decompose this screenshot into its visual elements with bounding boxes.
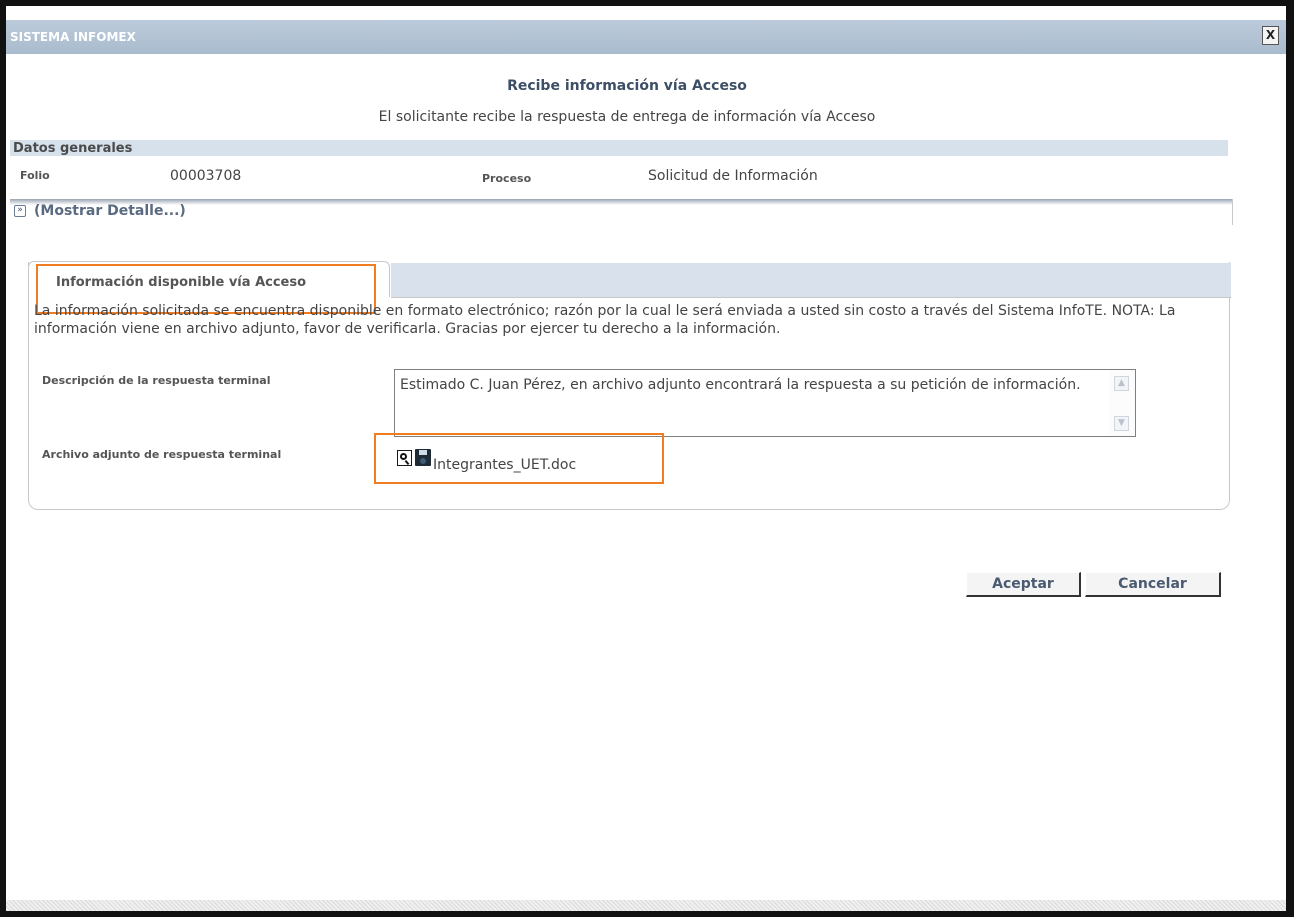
cancel-button[interactable]: Cancelar xyxy=(1085,572,1221,597)
scroll-down-icon[interactable]: ▼ xyxy=(1114,416,1129,431)
dialog-window: SISTEMA INFOMEX X Recibe información vía… xyxy=(0,0,1294,917)
page-subtitle: El solicitante recibe la respuesta de en… xyxy=(378,109,876,125)
title-bar: SISTEMA INFOMEX X xyxy=(6,20,1286,54)
handle-shape xyxy=(404,459,410,466)
floppy-disc-shape xyxy=(420,458,426,464)
detail-toggle-bar[interactable]: » (Mostrar Detalle...) xyxy=(10,199,1233,225)
description-label: Descripción de la respuesta terminal xyxy=(42,374,271,387)
bottom-status-strip xyxy=(6,900,1286,911)
proceso-value: Solicitud de Información xyxy=(648,168,818,184)
magnifier-view-icon[interactable] xyxy=(397,450,412,466)
folio-value: 00003708 xyxy=(170,168,242,184)
scroll-up-icon[interactable]: ▲ xyxy=(1114,376,1129,391)
attachment-label: Archivo adjunto de respuesta terminal xyxy=(42,448,282,461)
window-title: SISTEMA INFOMEX xyxy=(10,30,136,44)
show-detail-link[interactable]: (Mostrar Detalle...) xyxy=(34,203,186,219)
general-data-header: Datos generales xyxy=(10,140,1228,156)
double-chevron-down-icon[interactable]: » xyxy=(14,205,26,217)
floppy-slot-shape xyxy=(419,450,427,455)
description-textarea[interactable]: Estimado C. Juan Pérez, en archivo adjun… xyxy=(394,369,1136,437)
page-title: Recibe información vía Acceso xyxy=(507,78,747,94)
folio-label: Folio xyxy=(20,169,50,182)
general-data-label: Datos generales xyxy=(13,141,133,156)
attachment-file-link[interactable]: Integrantes_UET.doc xyxy=(433,457,576,473)
tab-strip xyxy=(391,263,1231,298)
accept-button[interactable]: Aceptar xyxy=(966,572,1081,597)
close-button[interactable]: X xyxy=(1262,26,1279,45)
textarea-scrollbar[interactable]: ▲ ▼ xyxy=(1109,370,1135,436)
notice-text: La información solicitada se encuentra d… xyxy=(34,303,1176,337)
proceso-label: Proceso xyxy=(482,172,532,185)
description-value: Estimado C. Juan Pérez, en archivo adjun… xyxy=(400,377,1081,393)
floppy-save-icon[interactable] xyxy=(415,449,431,466)
